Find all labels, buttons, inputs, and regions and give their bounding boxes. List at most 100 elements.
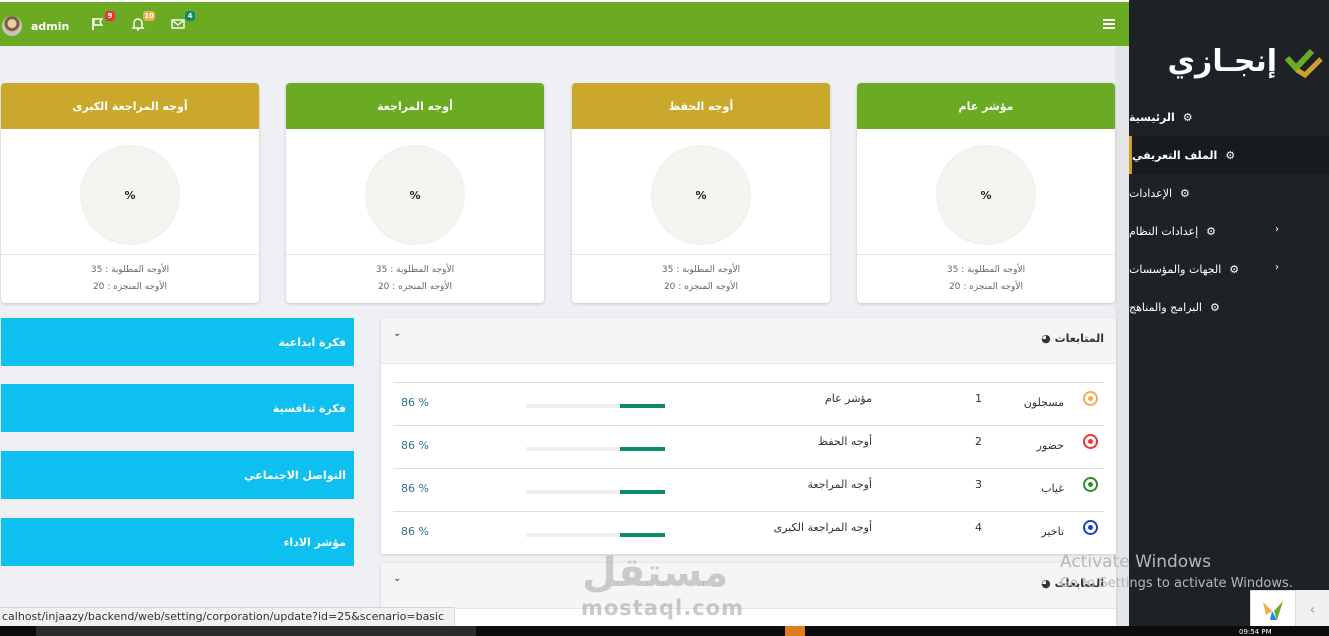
watermark-logo: مستقل: [582, 550, 729, 596]
yii-logo-icon[interactable]: [1250, 590, 1296, 630]
brand-text: إنجـازي: [1167, 44, 1277, 79]
followups-panel-2: المتابعات ◕ ⌄: [381, 563, 1116, 626]
row-name: أوجه الحفظ: [817, 435, 872, 448]
done-count: الأوجه المنجزه : 20: [92, 282, 168, 292]
activate-windows-subtitle: Go to Settings to activate Windows.: [1060, 576, 1293, 591]
progress-bar: [526, 533, 665, 537]
mail-badge: 4: [185, 11, 195, 21]
row-number: 2: [975, 435, 982, 448]
chevron-down-icon[interactable]: ⌄: [393, 328, 401, 339]
row-status: غياب: [1041, 482, 1064, 495]
creative-idea-button[interactable]: فكرة ابداعية: [1, 318, 354, 366]
stat-card-review: أوجه المراجعة % الأوجه المطلوبة : 35 الأ…: [286, 83, 544, 303]
list-item: 86 % أوجه المراجعة الكبرى 4 تاخير: [393, 511, 1104, 554]
sidebar-item-label: إعدادات النظام: [1129, 224, 1199, 238]
row-percent: 86 %: [401, 525, 429, 538]
card-header: مؤشر عام: [857, 83, 1115, 129]
chevron-down-icon[interactable]: ⌄: [393, 573, 401, 584]
sidebar-item-label: البرامج والمناهج: [1129, 300, 1202, 314]
gear-icon: ⚙: [1206, 224, 1217, 238]
menu-toggle-icon[interactable]: [1103, 19, 1115, 31]
status-dot-icon: [1083, 391, 1098, 406]
flag-badge: 9: [105, 11, 115, 21]
user-avatar: [2, 16, 22, 36]
sidebar-item-settings[interactable]: ⚙ الإعدادات: [1129, 174, 1329, 212]
status-dot-icon: [1083, 520, 1098, 535]
percent-circle: %: [365, 145, 465, 245]
brand-logo[interactable]: إنجـازي: [1168, 44, 1323, 79]
progress-bar: [526, 404, 665, 408]
row-percent: 86 %: [401, 396, 429, 409]
card-header: أوجه الحفظ: [572, 83, 830, 129]
os-taskbar: [0, 626, 1329, 636]
required-count: الأوجه المطلوبة : 35: [661, 265, 741, 275]
list-item: 86 % أوجه الحفظ 2 حضور: [393, 425, 1104, 468]
checkmark-logo-icon: [1285, 48, 1323, 78]
done-count: الأوجه المنجزه : 20: [663, 282, 739, 292]
sidebar-menu: ⚙ الرئيسية ⚙ الملف التعريفي ⚙ الإعدادات …: [1129, 98, 1329, 326]
gear-icon: ⚙: [1180, 186, 1190, 200]
panel-header: المتابعات ◕ ⌄: [381, 563, 1116, 609]
sidebar-item-profile[interactable]: ⚙ الملف التعريفي: [1129, 136, 1329, 174]
sidebar-item-home[interactable]: ⚙ الرئيسية: [1129, 98, 1329, 136]
panel-title: المتابعات ◕: [1041, 332, 1104, 345]
done-count: الأوجه المنجزه : 20: [377, 282, 453, 292]
gear-icon: ⚙: [1182, 110, 1193, 124]
dashboard-icon: ◕: [1041, 577, 1051, 590]
followups-list: 86 % مؤشر عام 1 مسجلون 86 % أوجه الحفظ 2…: [393, 382, 1104, 554]
row-status: حضور: [1036, 439, 1064, 452]
mail-icon[interactable]: 4: [171, 11, 195, 33]
bell-icon[interactable]: 10: [131, 11, 155, 33]
bell-badge: 10: [143, 11, 155, 21]
performance-index-button[interactable]: مؤشر الاداء: [1, 518, 354, 566]
user-menu[interactable]: admin: [2, 16, 69, 36]
sidebar-item-system-settings[interactable]: ⚙ إعدادات النظام ‹: [1129, 212, 1329, 250]
row-percent: 86 %: [401, 482, 429, 495]
username-label: admin: [31, 19, 70, 33]
percent-circle: %: [651, 145, 751, 245]
done-count: الأوجه المنجزه : 20: [948, 282, 1024, 292]
sidebar-item-label: الرئيسية: [1129, 110, 1175, 124]
percent-circle: %: [80, 145, 180, 245]
row-name: أوجه المراجعة: [807, 478, 872, 491]
card-header: أوجه المراجعة الكبرى: [1, 83, 259, 129]
chevron-left-icon[interactable]: ‹: [1296, 590, 1329, 630]
status-bar-url: calhost/injaazy/backend/web/setting/corp…: [0, 607, 456, 627]
row-status: مسجلون: [1023, 396, 1064, 409]
gear-icon: ⚙: [1210, 300, 1220, 314]
panel-header: المتابعات ◕ ⌄: [381, 318, 1116, 364]
dashboard-icon: ◕: [1041, 332, 1051, 345]
row-percent: 86 %: [401, 439, 429, 452]
row-name: أوجه المراجعة الكبرى: [773, 521, 872, 534]
stat-card-memorization: أوجه الحفظ % الأوجه المطلوبة : 35 الأوجه…: [572, 83, 830, 303]
sidebar-item-label: الجهات والمؤسسات: [1129, 262, 1222, 276]
row-number: 4: [975, 521, 982, 534]
followups-panel: المتابعات ◕ ⌄ 86 % مؤشر عام 1 مسجلون 86 …: [381, 318, 1116, 554]
flag-icon[interactable]: 9: [91, 11, 115, 33]
taskbar-clock: 09:54 PM: [1239, 628, 1272, 636]
content-scrollbar-track[interactable]: [1115, 46, 1129, 636]
taskbar-app-icon[interactable]: [785, 626, 805, 636]
sidebar-item-label: الملف التعريفي: [1132, 148, 1218, 162]
status-dot-icon: [1083, 477, 1098, 492]
progress-bar: [526, 447, 665, 451]
status-dot-icon: [1083, 434, 1098, 449]
top-navbar: admin 9 10 4: [0, 0, 1129, 46]
sidebar-item-organizations[interactable]: ⚙ الجهات والمؤسسات ‹: [1129, 250, 1329, 288]
card-header: أوجه المراجعة: [286, 83, 544, 129]
row-name: مؤشر عام: [824, 392, 872, 405]
social-button[interactable]: التواصل الاجتماعي: [1, 451, 354, 499]
chevron-left-icon: ‹: [1275, 262, 1279, 273]
sidebar-item-label: الإعدادات: [1129, 186, 1173, 200]
activate-windows-title: Activate Windows: [1060, 552, 1211, 572]
required-count: الأوجه المطلوبة : 35: [946, 265, 1026, 275]
chevron-left-icon: ‹: [1275, 224, 1279, 235]
taskbar-search[interactable]: [36, 626, 476, 636]
gear-icon: ⚙: [1225, 148, 1236, 162]
competitive-idea-button[interactable]: فكرة تنافسية: [1, 384, 354, 432]
row-status: تاخير: [1041, 525, 1064, 538]
row-number: 3: [975, 478, 982, 491]
progress-bar: [526, 490, 665, 494]
stat-card-major-review: أوجه المراجعة الكبرى % الأوجه المطلوبة :…: [1, 83, 259, 303]
sidebar-item-programs[interactable]: ⚙ البرامج والمناهج: [1129, 288, 1329, 326]
